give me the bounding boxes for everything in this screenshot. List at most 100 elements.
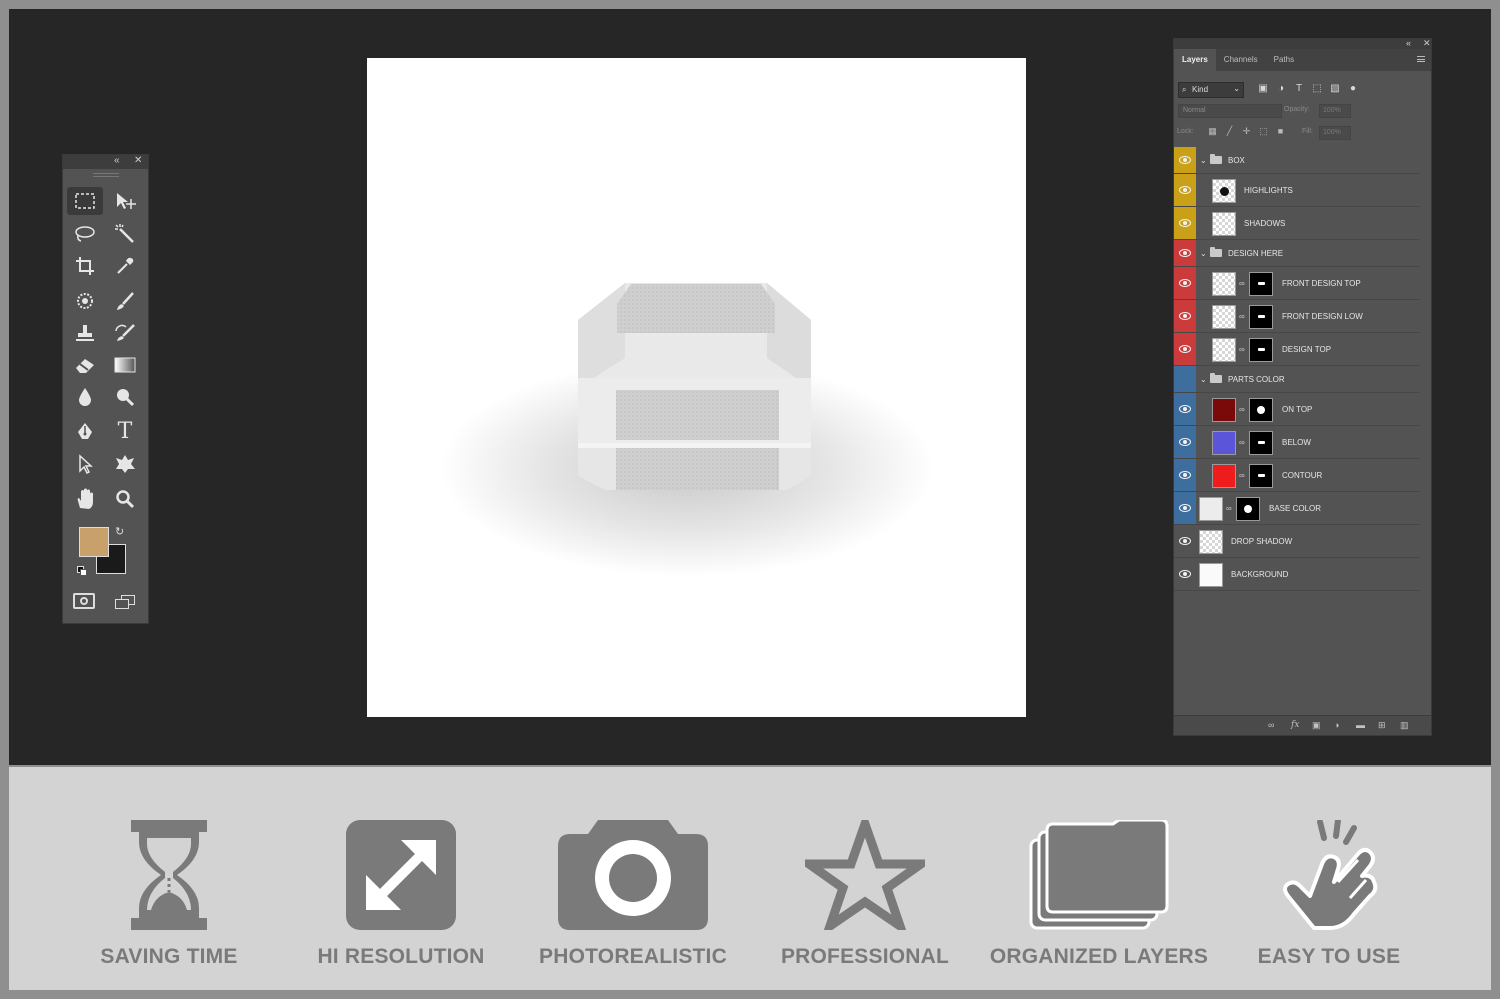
filter-kind-select[interactable]: ⌕ Kind ⌄ bbox=[1178, 82, 1244, 98]
adjustment-layer-icon[interactable]: ◑ bbox=[1334, 720, 1339, 730]
layer-row[interactable]: ∞ BASE COLOR bbox=[1174, 492, 1420, 525]
panel-menu-icon[interactable] bbox=[1417, 56, 1425, 62]
visibility-toggle[interactable] bbox=[1174, 393, 1196, 425]
visibility-toggle[interactable] bbox=[1174, 174, 1196, 206]
link-icon[interactable]: ∞ bbox=[1239, 438, 1245, 447]
opacity-input[interactable]: 100% bbox=[1319, 104, 1351, 118]
visibility-toggle[interactable] bbox=[1174, 366, 1196, 392]
layer-mask-thumbnail[interactable] bbox=[1249, 338, 1273, 362]
type-tool-icon[interactable]: T bbox=[107, 418, 143, 446]
link-icon[interactable]: ∞ bbox=[1239, 279, 1245, 288]
visibility-toggle[interactable] bbox=[1174, 300, 1196, 332]
add-mask-icon[interactable]: ▣ bbox=[1312, 720, 1321, 731]
collapse-icon[interactable]: « bbox=[114, 155, 120, 166]
link-icon[interactable]: ∞ bbox=[1226, 504, 1232, 513]
chevron-down-icon[interactable]: ⌄ bbox=[1200, 375, 1207, 384]
blend-mode-select[interactable]: Normal bbox=[1178, 104, 1282, 118]
document-canvas[interactable] bbox=[367, 58, 1026, 717]
layer-group[interactable]: ⌄ PARTS COLOR bbox=[1174, 366, 1420, 393]
layer-mask-thumbnail[interactable] bbox=[1249, 464, 1273, 488]
crop-tool-icon[interactable] bbox=[67, 252, 103, 280]
link-layers-icon[interactable]: ∞ bbox=[1268, 720, 1274, 730]
pen-tool-icon[interactable] bbox=[67, 418, 103, 446]
visibility-toggle[interactable] bbox=[1174, 207, 1196, 239]
visibility-toggle[interactable] bbox=[1174, 426, 1196, 458]
new-layer-icon[interactable]: ⊞ bbox=[1378, 720, 1386, 731]
layer-mask-thumbnail[interactable] bbox=[1249, 398, 1273, 422]
chevron-down-icon[interactable]: ⌄ bbox=[1200, 249, 1207, 258]
lock-all-icon[interactable]: ■ bbox=[1272, 126, 1289, 136]
lock-artboard-icon[interactable]: ⬚ bbox=[1255, 126, 1272, 137]
visibility-toggle[interactable] bbox=[1174, 459, 1196, 491]
quick-mask-icon[interactable] bbox=[73, 593, 95, 609]
lock-position-icon[interactable]: ✛ bbox=[1238, 126, 1255, 137]
layer-mask-thumbnail[interactable] bbox=[1249, 272, 1273, 296]
tab-layers[interactable]: Layers bbox=[1174, 49, 1216, 71]
layer-row[interactable]: ∞ FRONT DESIGN LOW bbox=[1174, 300, 1420, 333]
collapse-icon[interactable]: « bbox=[1406, 38, 1411, 48]
filter-shape-icon[interactable]: ⬚ bbox=[1308, 83, 1326, 94]
layer-mask-thumbnail[interactable] bbox=[1249, 305, 1273, 329]
visibility-toggle[interactable] bbox=[1174, 492, 1196, 524]
layer-row[interactable]: HIGHLIGHTS bbox=[1174, 174, 1420, 207]
close-icon[interactable]: ✕ bbox=[134, 155, 142, 166]
eraser-tool-icon[interactable] bbox=[67, 351, 103, 379]
dodge-tool-icon[interactable] bbox=[107, 383, 143, 411]
path-selection-tool-icon[interactable] bbox=[67, 450, 103, 478]
layer-group[interactable]: ⌄ DESIGN HERE bbox=[1174, 240, 1420, 267]
lock-paint-icon[interactable]: ╱ bbox=[1221, 126, 1238, 137]
layer-row[interactable]: ∞ BELOW bbox=[1174, 426, 1420, 459]
screen-mode-icon[interactable] bbox=[115, 595, 135, 609]
filter-adjustment-icon[interactable]: ◑ bbox=[1272, 83, 1290, 94]
lasso-tool-icon[interactable] bbox=[67, 220, 103, 248]
link-icon[interactable]: ∞ bbox=[1239, 312, 1245, 321]
filter-pixel-icon[interactable]: ▣ bbox=[1254, 83, 1272, 94]
default-colors-icon[interactable] bbox=[77, 566, 87, 576]
layer-row[interactable]: ∞ ON TOP bbox=[1174, 393, 1420, 426]
close-icon[interactable]: ✕ bbox=[1423, 38, 1431, 49]
move-tool-icon[interactable] bbox=[107, 187, 143, 215]
lock-transparency-icon[interactable]: ▦ bbox=[1204, 126, 1221, 137]
custom-shape-tool-icon[interactable] bbox=[107, 450, 143, 478]
tab-paths[interactable]: Paths bbox=[1266, 49, 1302, 71]
layer-row[interactable]: ∞ DESIGN TOP bbox=[1174, 333, 1420, 366]
zoom-tool-icon[interactable] bbox=[107, 485, 143, 513]
layer-group[interactable]: ⌄ BOX bbox=[1174, 147, 1420, 174]
layer-row[interactable]: SHADOWS bbox=[1174, 207, 1420, 240]
link-icon[interactable]: ∞ bbox=[1239, 471, 1245, 480]
chevron-down-icon[interactable]: ⌄ bbox=[1200, 156, 1207, 165]
layer-mask-thumbnail[interactable] bbox=[1249, 431, 1273, 455]
marquee-tool-icon[interactable] bbox=[67, 187, 103, 215]
visibility-toggle[interactable] bbox=[1174, 525, 1196, 557]
visibility-toggle[interactable] bbox=[1174, 147, 1196, 173]
filter-type-icon[interactable]: T bbox=[1290, 83, 1308, 94]
gradient-tool-icon[interactable] bbox=[107, 351, 143, 379]
blur-tool-icon[interactable] bbox=[67, 383, 103, 411]
panel-grip[interactable] bbox=[92, 173, 119, 177]
layer-row[interactable]: DROP SHADOW bbox=[1174, 525, 1420, 558]
visibility-toggle[interactable] bbox=[1174, 240, 1196, 266]
filter-toggle-icon[interactable]: ● bbox=[1344, 83, 1362, 94]
visibility-toggle[interactable] bbox=[1174, 333, 1196, 365]
brush-tool-icon[interactable] bbox=[107, 287, 143, 315]
foreground-color-swatch[interactable] bbox=[79, 527, 109, 557]
visibility-toggle[interactable] bbox=[1174, 267, 1196, 299]
layer-row[interactable]: ∞ CONTOUR bbox=[1174, 459, 1420, 492]
layer-row[interactable]: BACKGROUND bbox=[1174, 558, 1420, 591]
magic-wand-tool-icon[interactable] bbox=[107, 220, 143, 248]
link-icon[interactable]: ∞ bbox=[1239, 345, 1245, 354]
tab-channels[interactable]: Channels bbox=[1216, 49, 1266, 71]
layer-row[interactable]: ∞ FRONT DESIGN TOP bbox=[1174, 267, 1420, 300]
fill-input[interactable]: 100% bbox=[1319, 126, 1351, 140]
swap-colors-icon[interactable]: ↻ bbox=[115, 525, 124, 538]
eyedropper-tool-icon[interactable] bbox=[107, 252, 143, 280]
healing-brush-tool-icon[interactable] bbox=[67, 287, 103, 315]
fx-icon[interactable]: fx bbox=[1291, 720, 1299, 730]
hand-tool-icon[interactable] bbox=[67, 485, 103, 513]
trash-icon[interactable]: ▥ bbox=[1400, 720, 1409, 731]
history-brush-tool-icon[interactable] bbox=[107, 319, 143, 347]
new-group-icon[interactable]: ▬ bbox=[1356, 720, 1365, 730]
visibility-toggle[interactable] bbox=[1174, 558, 1196, 590]
clone-stamp-tool-icon[interactable] bbox=[67, 319, 103, 347]
layer-mask-thumbnail[interactable] bbox=[1236, 497, 1260, 521]
